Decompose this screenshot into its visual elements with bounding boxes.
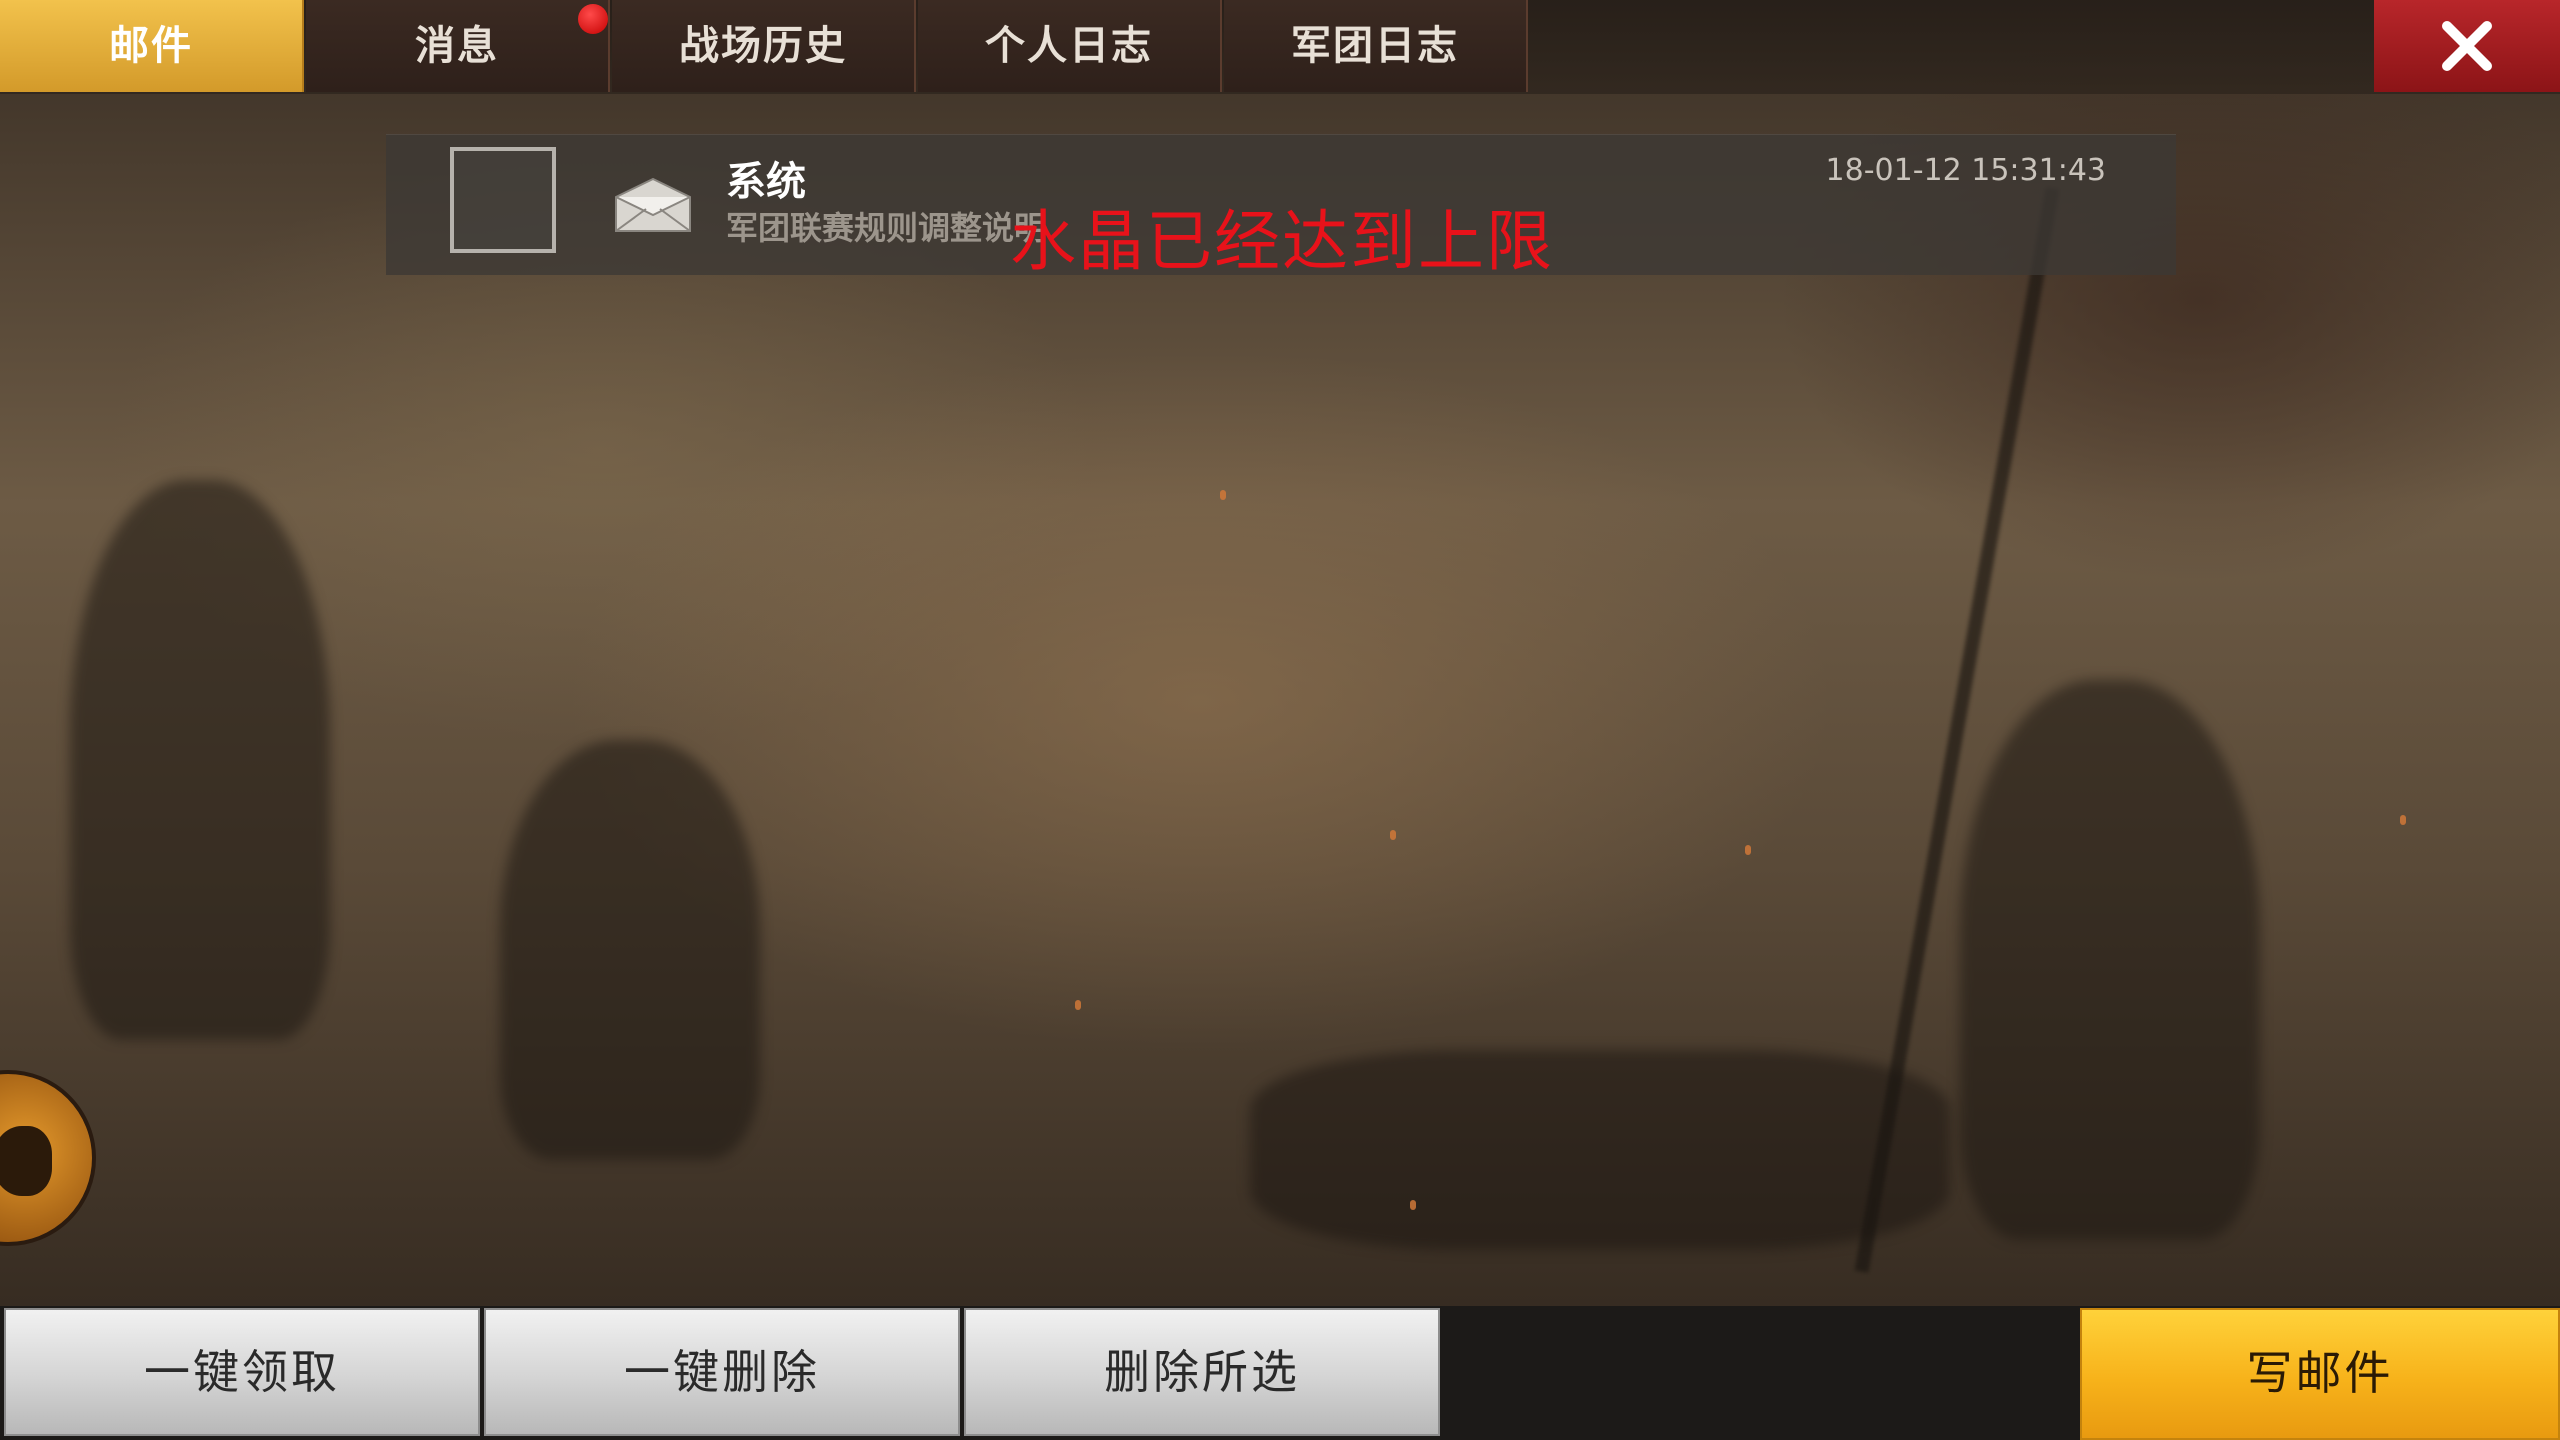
- tab-mail[interactable]: 邮件: [0, 0, 304, 92]
- background-soldier-center: [500, 740, 760, 1160]
- background-soldier-left: [70, 480, 330, 1040]
- bottom-action-bar: 一键领取 一键删除 删除所选 写邮件: [0, 1306, 2560, 1440]
- close-button[interactable]: [2374, 0, 2560, 92]
- mail-subject: 军团联赛规则调整说明: [726, 209, 1047, 247]
- side-avatar-button[interactable]: [0, 1070, 96, 1246]
- close-icon: [2442, 21, 2492, 71]
- delete-all-button[interactable]: 一键删除: [484, 1308, 960, 1436]
- beast-icon: [0, 1126, 52, 1196]
- ember-particle: [1745, 845, 1751, 855]
- ember-particle: [1220, 490, 1226, 500]
- background-debris: [1250, 1050, 1950, 1250]
- ember-particle: [1390, 830, 1396, 840]
- tab-bar: 邮件 消息 战场历史 个人日志 军团日志: [0, 0, 2560, 94]
- tab-personal-log[interactable]: 个人日志: [918, 0, 1222, 92]
- envelope-open-icon: [615, 177, 691, 232]
- background-soldier-right: [1960, 680, 2260, 1240]
- ember-particle: [2400, 815, 2406, 825]
- notification-badge: [578, 4, 608, 34]
- tab-legion-log[interactable]: 军团日志: [1224, 0, 1528, 92]
- ember-particle: [1075, 1000, 1081, 1010]
- delete-selected-button[interactable]: 删除所选: [964, 1308, 1440, 1436]
- mail-screen: 邮件 消息 战场历史 个人日志 军团日志 系统 军团联赛规则调整说明 18-01…: [0, 0, 2560, 1440]
- toast-message: 水晶已经达到上限: [1010, 203, 1554, 280]
- ember-particle: [1410, 1200, 1416, 1210]
- mail-select-checkbox[interactable]: [450, 147, 556, 253]
- tab-messages[interactable]: 消息: [306, 0, 610, 92]
- claim-all-button[interactable]: 一键领取: [4, 1308, 480, 1436]
- mail-timestamp: 18-01-12 15:31:43: [1825, 153, 2106, 188]
- tab-battle-history[interactable]: 战场历史: [612, 0, 916, 92]
- mail-sender: 系统: [726, 159, 806, 205]
- compose-mail-button[interactable]: 写邮件: [2080, 1308, 2560, 1440]
